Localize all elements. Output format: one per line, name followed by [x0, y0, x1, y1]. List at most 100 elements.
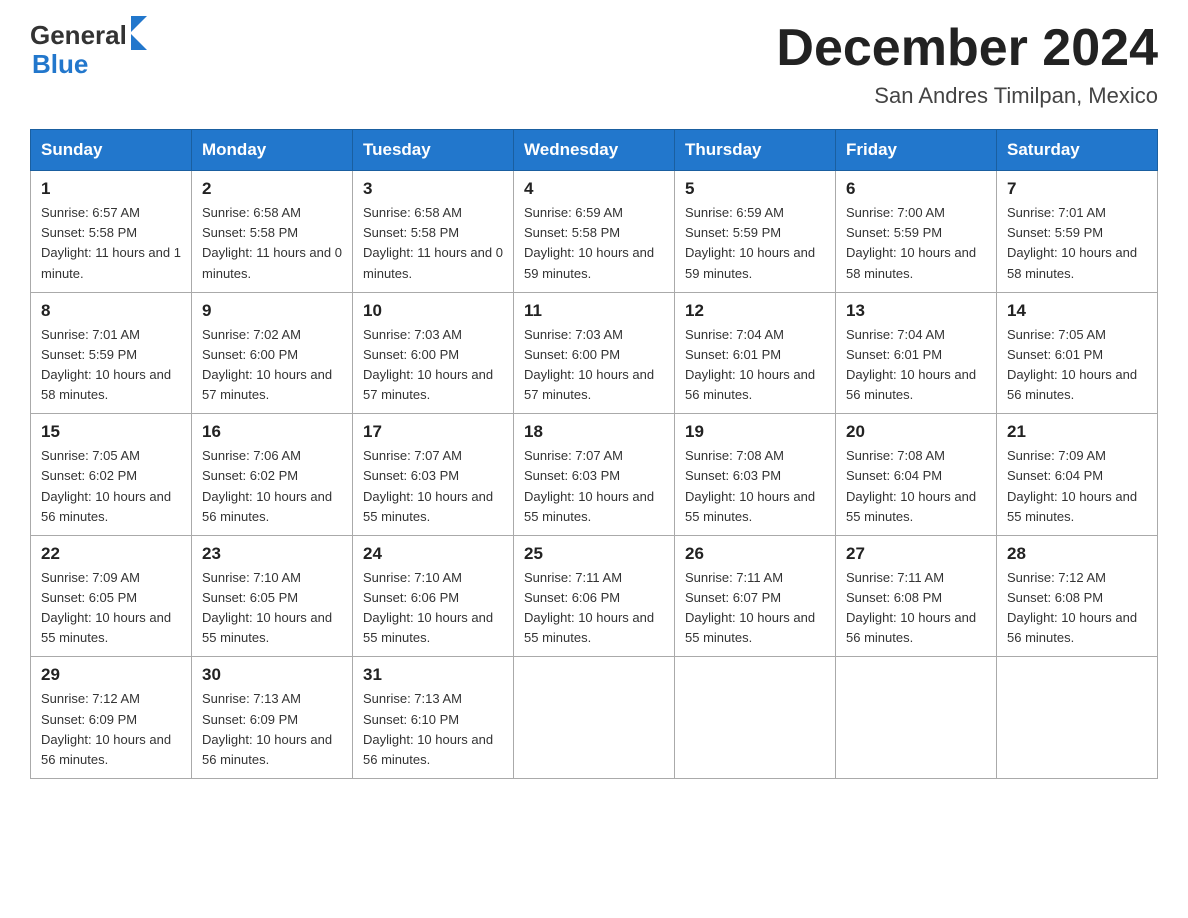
- day-info: Sunrise: 7:01 AMSunset: 5:59 PMDaylight:…: [1007, 205, 1137, 280]
- calendar-cell: 26 Sunrise: 7:11 AMSunset: 6:07 PMDaylig…: [675, 535, 836, 657]
- day-number: 5: [685, 179, 825, 199]
- week-row-3: 15 Sunrise: 7:05 AMSunset: 6:02 PMDaylig…: [31, 414, 1158, 536]
- day-number: 6: [846, 179, 986, 199]
- calendar-cell: 12 Sunrise: 7:04 AMSunset: 6:01 PMDaylig…: [675, 292, 836, 414]
- calendar-cell: 30 Sunrise: 7:13 AMSunset: 6:09 PMDaylig…: [192, 657, 353, 779]
- day-number: 17: [363, 422, 503, 442]
- day-number: 24: [363, 544, 503, 564]
- day-number: 20: [846, 422, 986, 442]
- day-info: Sunrise: 7:04 AMSunset: 6:01 PMDaylight:…: [846, 327, 976, 402]
- col-tuesday: Tuesday: [353, 130, 514, 171]
- day-info: Sunrise: 6:57 AMSunset: 5:58 PMDaylight:…: [41, 205, 181, 280]
- day-info: Sunrise: 7:03 AMSunset: 6:00 PMDaylight:…: [524, 327, 654, 402]
- day-number: 12: [685, 301, 825, 321]
- day-number: 23: [202, 544, 342, 564]
- week-row-5: 29 Sunrise: 7:12 AMSunset: 6:09 PMDaylig…: [31, 657, 1158, 779]
- day-info: Sunrise: 7:12 AMSunset: 6:08 PMDaylight:…: [1007, 570, 1137, 645]
- calendar-cell: [514, 657, 675, 779]
- day-number: 28: [1007, 544, 1147, 564]
- day-number: 9: [202, 301, 342, 321]
- day-info: Sunrise: 7:11 AMSunset: 6:07 PMDaylight:…: [685, 570, 815, 645]
- day-info: Sunrise: 6:58 AMSunset: 5:58 PMDaylight:…: [363, 205, 503, 280]
- calendar-cell: 9 Sunrise: 7:02 AMSunset: 6:00 PMDayligh…: [192, 292, 353, 414]
- day-number: 3: [363, 179, 503, 199]
- col-friday: Friday: [836, 130, 997, 171]
- calendar-cell: 7 Sunrise: 7:01 AMSunset: 5:59 PMDayligh…: [997, 171, 1158, 293]
- day-number: 13: [846, 301, 986, 321]
- calendar-table: Sunday Monday Tuesday Wednesday Thursday…: [30, 129, 1158, 779]
- day-info: Sunrise: 7:02 AMSunset: 6:00 PMDaylight:…: [202, 327, 332, 402]
- calendar-cell: 6 Sunrise: 7:00 AMSunset: 5:59 PMDayligh…: [836, 171, 997, 293]
- calendar-cell: 2 Sunrise: 6:58 AMSunset: 5:58 PMDayligh…: [192, 171, 353, 293]
- day-info: Sunrise: 7:11 AMSunset: 6:06 PMDaylight:…: [524, 570, 654, 645]
- calendar-cell: 19 Sunrise: 7:08 AMSunset: 6:03 PMDaylig…: [675, 414, 836, 536]
- day-info: Sunrise: 7:06 AMSunset: 6:02 PMDaylight:…: [202, 448, 332, 523]
- day-info: Sunrise: 7:10 AMSunset: 6:05 PMDaylight:…: [202, 570, 332, 645]
- day-info: Sunrise: 7:13 AMSunset: 6:10 PMDaylight:…: [363, 691, 493, 766]
- calendar-cell: 1 Sunrise: 6:57 AMSunset: 5:58 PMDayligh…: [31, 171, 192, 293]
- logo-text-general: General: [30, 21, 127, 50]
- calendar-cell: 29 Sunrise: 7:12 AMSunset: 6:09 PMDaylig…: [31, 657, 192, 779]
- calendar-cell: [997, 657, 1158, 779]
- calendar-cell: 11 Sunrise: 7:03 AMSunset: 6:00 PMDaylig…: [514, 292, 675, 414]
- col-thursday: Thursday: [675, 130, 836, 171]
- calendar-cell: 16 Sunrise: 7:06 AMSunset: 6:02 PMDaylig…: [192, 414, 353, 536]
- calendar-cell: 22 Sunrise: 7:09 AMSunset: 6:05 PMDaylig…: [31, 535, 192, 657]
- calendar-title: December 2024: [776, 20, 1158, 77]
- title-section: December 2024 San Andres Timilpan, Mexic…: [776, 20, 1158, 109]
- day-number: 15: [41, 422, 181, 442]
- col-wednesday: Wednesday: [514, 130, 675, 171]
- day-info: Sunrise: 7:03 AMSunset: 6:00 PMDaylight:…: [363, 327, 493, 402]
- week-row-1: 1 Sunrise: 6:57 AMSunset: 5:58 PMDayligh…: [31, 171, 1158, 293]
- calendar-cell: 25 Sunrise: 7:11 AMSunset: 6:06 PMDaylig…: [514, 535, 675, 657]
- calendar-cell: 3 Sunrise: 6:58 AMSunset: 5:58 PMDayligh…: [353, 171, 514, 293]
- calendar-cell: 18 Sunrise: 7:07 AMSunset: 6:03 PMDaylig…: [514, 414, 675, 536]
- logo: General Blue: [30, 20, 147, 79]
- calendar-subtitle: San Andres Timilpan, Mexico: [776, 83, 1158, 109]
- calendar-cell: 24 Sunrise: 7:10 AMSunset: 6:06 PMDaylig…: [353, 535, 514, 657]
- calendar-header-row: Sunday Monday Tuesday Wednesday Thursday…: [31, 130, 1158, 171]
- calendar-cell: 23 Sunrise: 7:10 AMSunset: 6:05 PMDaylig…: [192, 535, 353, 657]
- page-header: General Blue December 2024 San Andres Ti…: [30, 20, 1158, 109]
- day-info: Sunrise: 7:08 AMSunset: 6:03 PMDaylight:…: [685, 448, 815, 523]
- day-number: 29: [41, 665, 181, 685]
- day-info: Sunrise: 7:10 AMSunset: 6:06 PMDaylight:…: [363, 570, 493, 645]
- day-info: Sunrise: 7:07 AMSunset: 6:03 PMDaylight:…: [524, 448, 654, 523]
- day-number: 7: [1007, 179, 1147, 199]
- day-info: Sunrise: 7:11 AMSunset: 6:08 PMDaylight:…: [846, 570, 976, 645]
- col-sunday: Sunday: [31, 130, 192, 171]
- day-info: Sunrise: 7:13 AMSunset: 6:09 PMDaylight:…: [202, 691, 332, 766]
- calendar-cell: 17 Sunrise: 7:07 AMSunset: 6:03 PMDaylig…: [353, 414, 514, 536]
- day-number: 1: [41, 179, 181, 199]
- day-info: Sunrise: 7:01 AMSunset: 5:59 PMDaylight:…: [41, 327, 171, 402]
- day-info: Sunrise: 7:08 AMSunset: 6:04 PMDaylight:…: [846, 448, 976, 523]
- day-number: 25: [524, 544, 664, 564]
- day-info: Sunrise: 7:05 AMSunset: 6:01 PMDaylight:…: [1007, 327, 1137, 402]
- day-number: 16: [202, 422, 342, 442]
- calendar-cell: 4 Sunrise: 6:59 AMSunset: 5:58 PMDayligh…: [514, 171, 675, 293]
- day-info: Sunrise: 7:12 AMSunset: 6:09 PMDaylight:…: [41, 691, 171, 766]
- day-number: 22: [41, 544, 181, 564]
- day-info: Sunrise: 7:09 AMSunset: 6:05 PMDaylight:…: [41, 570, 171, 645]
- day-number: 21: [1007, 422, 1147, 442]
- calendar-cell: 31 Sunrise: 7:13 AMSunset: 6:10 PMDaylig…: [353, 657, 514, 779]
- calendar-cell: [836, 657, 997, 779]
- day-number: 27: [846, 544, 986, 564]
- calendar-cell: 10 Sunrise: 7:03 AMSunset: 6:00 PMDaylig…: [353, 292, 514, 414]
- col-monday: Monday: [192, 130, 353, 171]
- day-number: 10: [363, 301, 503, 321]
- day-number: 18: [524, 422, 664, 442]
- day-number: 26: [685, 544, 825, 564]
- day-info: Sunrise: 7:09 AMSunset: 6:04 PMDaylight:…: [1007, 448, 1137, 523]
- calendar-cell: 13 Sunrise: 7:04 AMSunset: 6:01 PMDaylig…: [836, 292, 997, 414]
- day-number: 8: [41, 301, 181, 321]
- calendar-cell: 14 Sunrise: 7:05 AMSunset: 6:01 PMDaylig…: [997, 292, 1158, 414]
- calendar-cell: [675, 657, 836, 779]
- day-number: 4: [524, 179, 664, 199]
- week-row-4: 22 Sunrise: 7:09 AMSunset: 6:05 PMDaylig…: [31, 535, 1158, 657]
- day-number: 2: [202, 179, 342, 199]
- logo-text-blue: Blue: [32, 50, 147, 79]
- calendar-cell: 20 Sunrise: 7:08 AMSunset: 6:04 PMDaylig…: [836, 414, 997, 536]
- calendar-cell: 21 Sunrise: 7:09 AMSunset: 6:04 PMDaylig…: [997, 414, 1158, 536]
- col-saturday: Saturday: [997, 130, 1158, 171]
